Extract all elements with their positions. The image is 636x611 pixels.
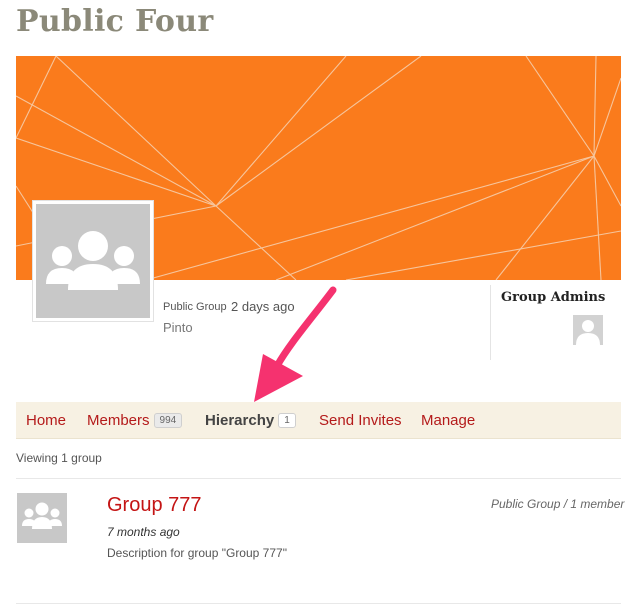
group-admins-title: Group Admins [501, 290, 606, 305]
pagination-count: Viewing 1 group [16, 451, 102, 465]
group-admins-panel: Group Admins [490, 285, 622, 360]
tab-members-label: Members [87, 412, 150, 429]
tab-home[interactable]: Home [26, 412, 66, 429]
group-last-active: 2 days ago [231, 299, 295, 314]
page-title: Public Four [16, 4, 214, 39]
group-nav: Home Members 994 Hierarchy 1 Send Invites … [16, 402, 621, 439]
tab-send-invites[interactable]: Send Invites [319, 412, 402, 429]
list-item-description: Description for group "Group 777" [107, 546, 287, 560]
list-item-title[interactable]: Group 777 [107, 494, 202, 517]
group-subtitle: Pinto [163, 320, 193, 335]
divider [16, 603, 621, 604]
tab-hierarchy-label: Hierarchy [205, 412, 275, 429]
group-type-label: Public Group [163, 301, 227, 313]
tab-members[interactable]: Members 994 [87, 412, 183, 429]
list-item-meta: Public Group / 1 member [491, 497, 625, 511]
hierarchy-count-badge: 1 [278, 413, 296, 428]
group-avatar[interactable] [33, 201, 153, 321]
divider [16, 478, 621, 479]
members-count-badge: 994 [153, 413, 183, 428]
tab-hierarchy[interactable]: Hierarchy 1 [205, 412, 296, 429]
tab-manage[interactable]: Manage [421, 412, 475, 429]
group-people-icon [22, 502, 62, 529]
group-people-icon [46, 231, 140, 290]
list-item-time: 7 months ago [107, 525, 180, 539]
person-icon [576, 320, 600, 345]
list-item-avatar[interactable] [17, 493, 67, 543]
admin-avatar[interactable] [573, 315, 603, 345]
